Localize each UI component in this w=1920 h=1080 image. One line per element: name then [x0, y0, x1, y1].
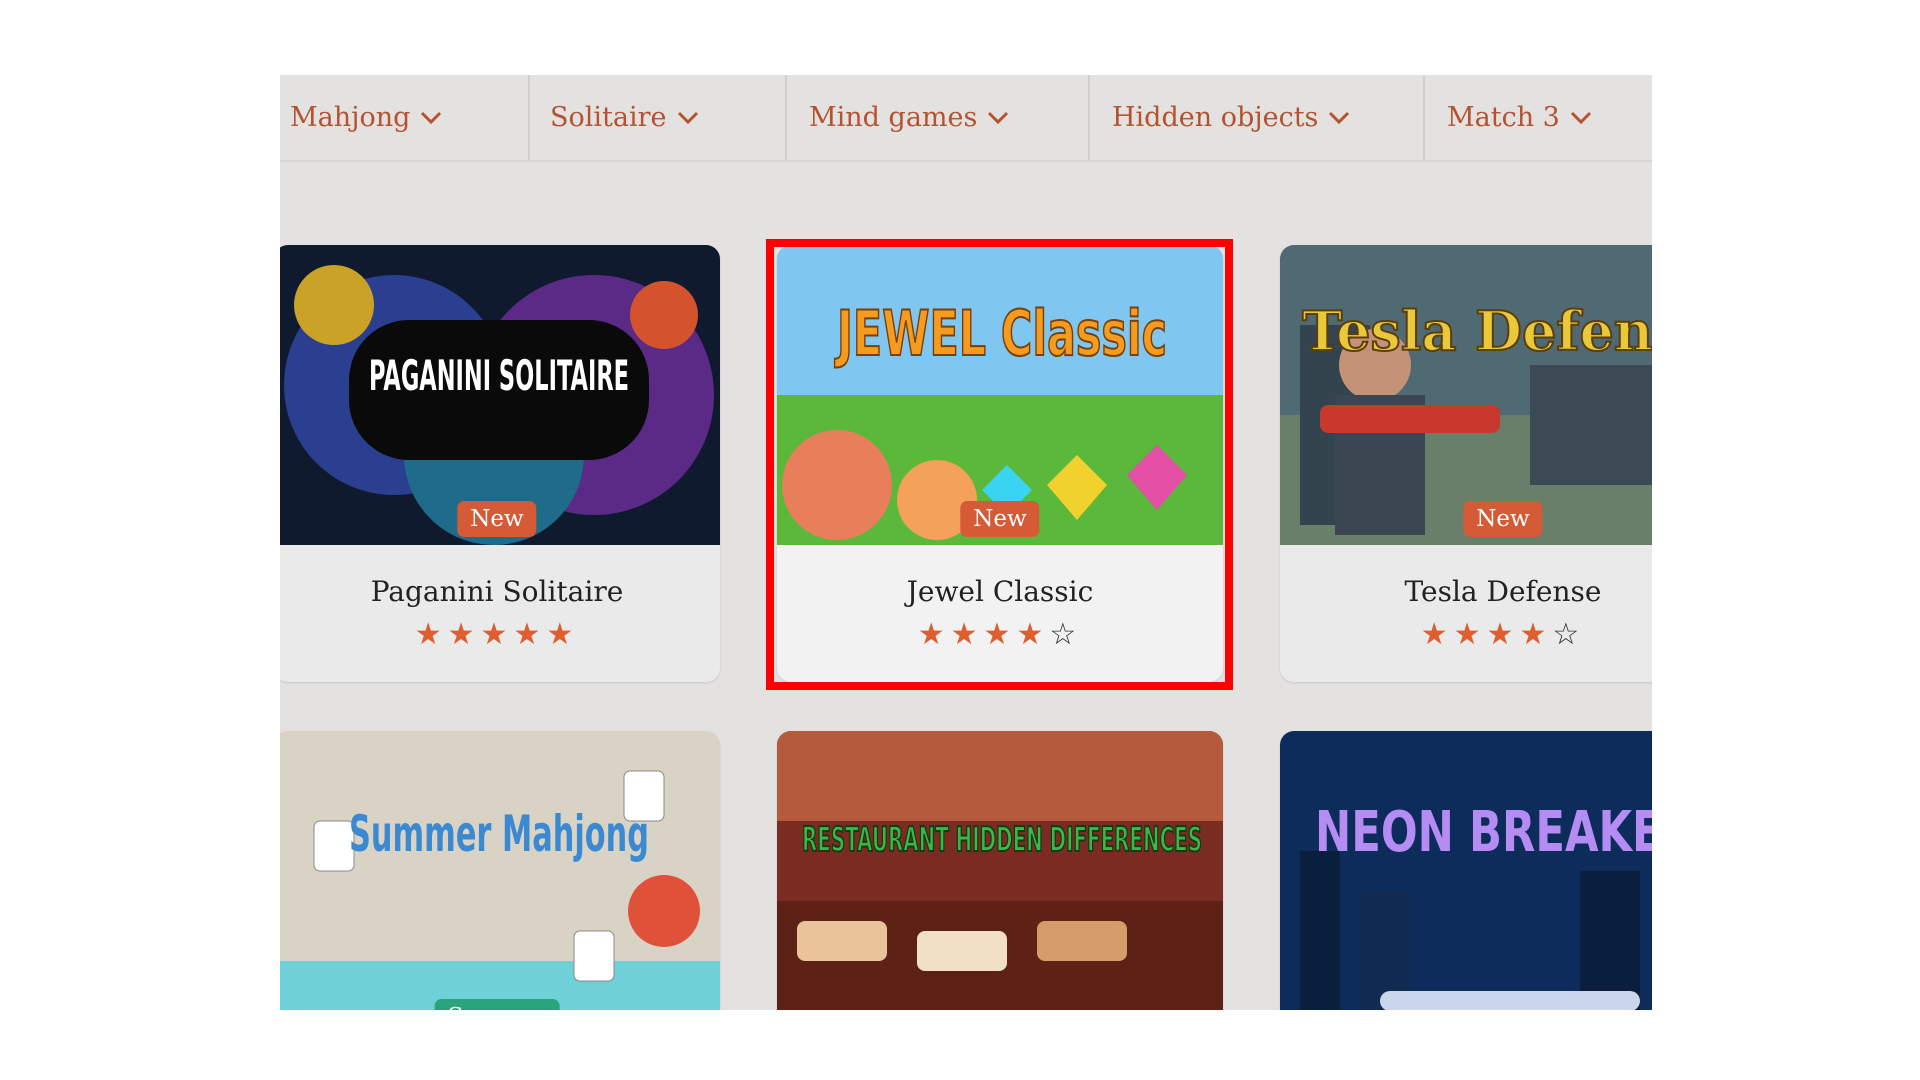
game-title: Paganini Solitaire — [370, 575, 624, 608]
star-filled-icon: ★ — [1519, 617, 1553, 652]
nav-item-solitaire[interactable]: Solitaire — [530, 75, 787, 160]
nav-item-mahjong[interactable]: Mahjong — [280, 75, 530, 160]
nav-item-hidden-objects[interactable]: Hidden objects — [1090, 75, 1425, 160]
game-thumbnail: NEON BREAKER — [1280, 731, 1652, 1010]
star-filled-icon: ★ — [447, 617, 481, 652]
chevron-down-icon — [677, 111, 698, 124]
nav-item-label: Mahjong — [290, 102, 411, 133]
star-filled-icon: ★ — [950, 617, 984, 652]
game-title: Jewel Classic — [906, 575, 1094, 608]
chevron-down-icon — [1329, 111, 1350, 124]
game-card-summer-mahjong[interactable]: Summer Mahjong Summer — [280, 731, 720, 1010]
star-empty-icon: ☆ — [1049, 617, 1083, 652]
game-thumbnail: Tesla Defense — [1280, 245, 1652, 545]
nav-item-match-3[interactable]: Match 3 — [1425, 75, 1652, 160]
game-thumbnail: JEWEL Classic — [777, 245, 1223, 545]
rating-stars: ★★★★★ — [280, 617, 720, 652]
star-filled-icon: ★ — [917, 617, 951, 652]
thumbnail-art-text: JEWEL Classic — [834, 297, 1167, 370]
chevron-down-icon — [1570, 111, 1591, 124]
new-badge: New — [1463, 501, 1543, 537]
chevron-down-icon — [421, 111, 442, 124]
star-filled-icon: ★ — [414, 617, 448, 652]
nav-item-label: Mind games — [809, 102, 978, 133]
nav-item-label: Solitaire — [550, 102, 667, 133]
game-title: Tesla Defense — [1404, 575, 1602, 608]
nav-item-label: Match 3 — [1447, 102, 1560, 133]
game-thumbnail: RESTAURANT HIDDEN DIFFERENCES — [777, 731, 1223, 1010]
new-badge: New — [457, 501, 537, 537]
star-filled-icon: ★ — [1453, 617, 1487, 652]
game-card-tesla-defense[interactable]: Tesla Defense New Tesla Defense ★★★★☆ — [1280, 245, 1652, 682]
summer-badge: Summer — [434, 999, 560, 1010]
game-card-neon-breaker[interactable]: NEON BREAKER — [1280, 731, 1652, 1010]
category-nav: Mahjong Solitaire Mind games Hidden obje… — [280, 75, 1652, 160]
game-card-jewel-classic[interactable]: JEWEL Classic New Jewel Classic ★★★★☆ — [777, 245, 1223, 682]
nav-item-mind-games[interactable]: Mind games — [787, 75, 1090, 160]
new-badge: New — [960, 501, 1040, 537]
star-filled-icon: ★ — [546, 617, 580, 652]
nav-divider — [280, 160, 1652, 162]
game-card-paganini-solitaire[interactable]: PAGANINI SOLITAIRE New Paganini Solitair… — [280, 245, 720, 682]
star-filled-icon: ★ — [480, 617, 514, 652]
thumbnail-art-text: Summer Mahjong — [349, 805, 649, 863]
star-filled-icon: ★ — [1016, 617, 1050, 652]
star-filled-icon: ★ — [1420, 617, 1454, 652]
rating-stars: ★★★★☆ — [1280, 617, 1652, 652]
thumbnail-art-text: Tesla Defense — [1302, 299, 1652, 363]
chevron-down-icon — [988, 111, 1009, 124]
game-card-restaurant-hidden-differences[interactable]: RESTAURANT HIDDEN DIFFERENCES — [777, 731, 1223, 1010]
star-empty-icon: ☆ — [1552, 617, 1586, 652]
thumbnail-art-text: PAGANINI SOLITAIRE — [369, 351, 629, 400]
game-thumbnail: Summer Mahjong — [280, 731, 720, 1010]
star-filled-icon: ★ — [513, 617, 547, 652]
rating-stars: ★★★★☆ — [777, 617, 1223, 652]
game-portal-frame: Mahjong Solitaire Mind games Hidden obje… — [280, 75, 1652, 1010]
nav-item-label: Hidden objects — [1112, 102, 1319, 133]
star-filled-icon: ★ — [983, 617, 1017, 652]
star-filled-icon: ★ — [1486, 617, 1520, 652]
game-thumbnail: PAGANINI SOLITAIRE — [280, 245, 720, 545]
thumbnail-art-text: NEON BREAKER — [1315, 800, 1652, 865]
thumbnail-art-text: RESTAURANT HIDDEN DIFFERENCES — [802, 820, 1202, 860]
